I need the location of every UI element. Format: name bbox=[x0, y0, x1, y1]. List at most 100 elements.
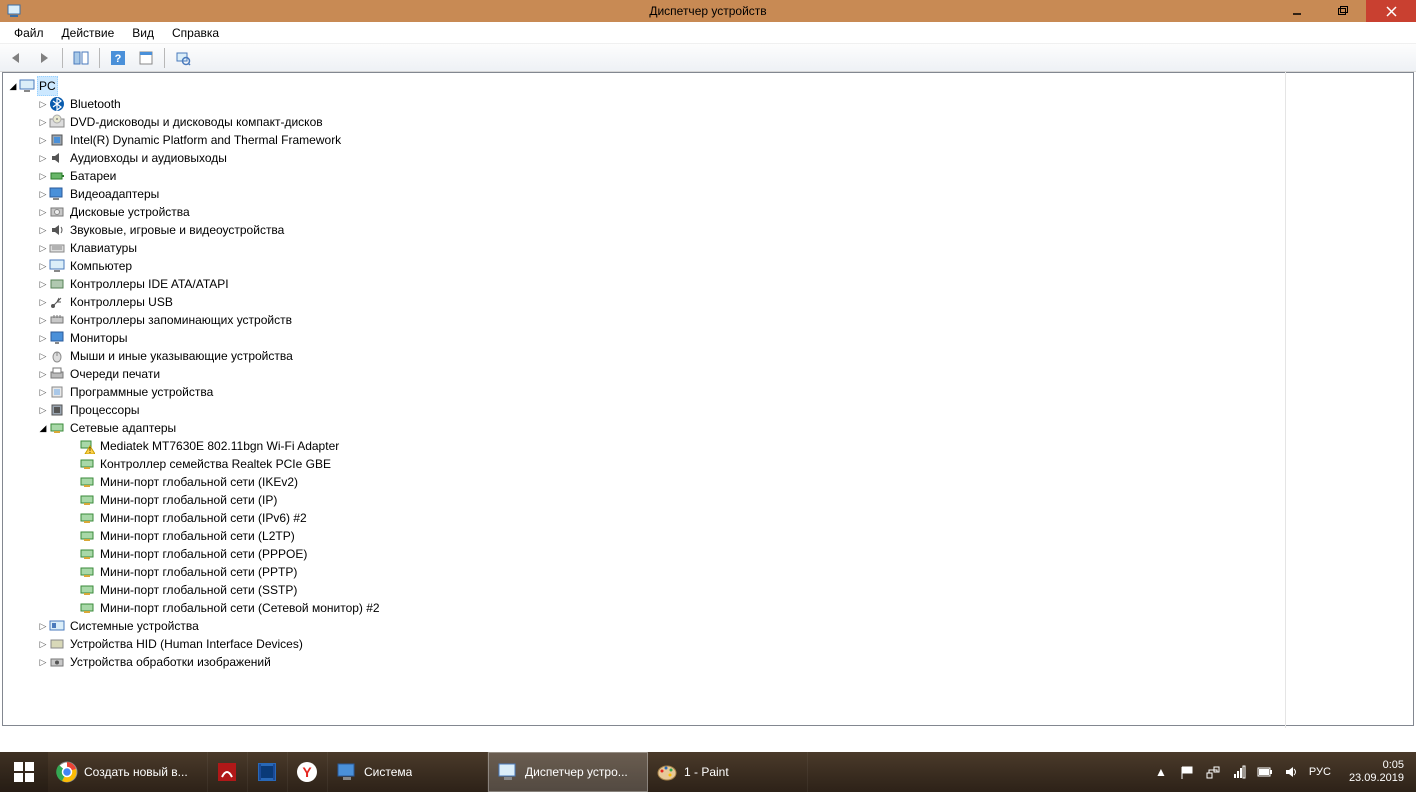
tree-category-dvd[interactable]: ▷DVD-дисководы и дисководы компакт-диско… bbox=[7, 113, 1413, 131]
menu-view[interactable]: Вид bbox=[124, 24, 162, 42]
menu-action[interactable]: Действие bbox=[54, 24, 123, 42]
show-hide-console-button[interactable] bbox=[69, 46, 93, 70]
tree-label: Мини-порт глобальной сети (IP) bbox=[99, 491, 278, 509]
tree-label: Bluetooth bbox=[69, 95, 122, 113]
expand-icon[interactable]: ▷ bbox=[37, 401, 49, 419]
tree-device-wan-pppoe[interactable]: Мини-порт глобальной сети (PPPOE) bbox=[7, 545, 1413, 563]
collapse-icon[interactable]: ◢ bbox=[37, 419, 49, 437]
minimize-button[interactable] bbox=[1274, 0, 1320, 22]
expand-icon[interactable]: ▷ bbox=[37, 149, 49, 167]
network-adapter-icon bbox=[79, 510, 95, 526]
tree-category-processors[interactable]: ▷Процессоры bbox=[7, 401, 1413, 419]
taskbar-item-media[interactable] bbox=[248, 752, 288, 792]
help-button[interactable]: ? bbox=[106, 46, 130, 70]
tree-device-wifi[interactable]: !Mediatek MT7630E 802.11bgn Wi-Fi Adapte… bbox=[7, 437, 1413, 455]
tree-category-computer[interactable]: ▷Компьютер bbox=[7, 257, 1413, 275]
expand-icon[interactable]: ▷ bbox=[37, 293, 49, 311]
paint-icon bbox=[656, 761, 678, 783]
pdf-icon bbox=[216, 761, 238, 783]
tree-category-sound[interactable]: ▷Звуковые, игровые и видеоустройства bbox=[7, 221, 1413, 239]
tree-pane[interactable]: ◢ PC ▷ Bluetooth ▷DVD-дисководы и дисково… bbox=[2, 72, 1414, 726]
menu-file[interactable]: Файл bbox=[6, 24, 52, 42]
properties-button[interactable] bbox=[134, 46, 158, 70]
start-button[interactable] bbox=[0, 752, 48, 792]
tree-category-intel-dptf[interactable]: ▷Intel(R) Dynamic Platform and Thermal F… bbox=[7, 131, 1413, 149]
tree-category-monitors[interactable]: ▷Мониторы bbox=[7, 329, 1413, 347]
network-adapter-icon bbox=[79, 582, 95, 598]
taskbar-item-chrome[interactable]: Создать новый в... bbox=[48, 752, 208, 792]
app-icon bbox=[6, 3, 22, 19]
window-title: Диспетчер устройств bbox=[649, 4, 766, 18]
separator bbox=[62, 48, 63, 68]
expand-icon[interactable]: ▷ bbox=[37, 95, 49, 113]
tree-device-wan-l2tp[interactable]: Мини-порт глобальной сети (L2TP) bbox=[7, 527, 1413, 545]
expand-icon[interactable]: ▷ bbox=[37, 203, 49, 221]
tree-device-wan-ipv6[interactable]: Мини-порт глобальной сети (IPv6) #2 bbox=[7, 509, 1413, 527]
forward-button[interactable] bbox=[32, 46, 56, 70]
taskbar-item-yandex[interactable]: Y bbox=[288, 752, 328, 792]
network-icon[interactable] bbox=[1205, 764, 1221, 780]
expand-icon[interactable]: ▷ bbox=[37, 311, 49, 329]
tree-device-wan-ip[interactable]: Мини-порт глобальной сети (IP) bbox=[7, 491, 1413, 509]
expand-icon[interactable]: ▷ bbox=[37, 329, 49, 347]
tree-category-audio-io[interactable]: ▷Аудиовходы и аудиовыходы bbox=[7, 149, 1413, 167]
tree-label: Мини-порт глобальной сети (PPPOE) bbox=[99, 545, 308, 563]
tree-device-wan-netmon[interactable]: Мини-порт глобальной сети (Сетевой монит… bbox=[7, 599, 1413, 617]
tree-category-bluetooth[interactable]: ▷ Bluetooth bbox=[7, 95, 1413, 113]
tree-category-print-queues[interactable]: ▷Очереди печати bbox=[7, 365, 1413, 383]
expand-icon[interactable]: ▷ bbox=[37, 185, 49, 203]
expand-icon[interactable]: ▷ bbox=[37, 239, 49, 257]
tree-category-ide[interactable]: ▷Контроллеры IDE ATA/ATAPI bbox=[7, 275, 1413, 293]
close-button[interactable] bbox=[1366, 0, 1416, 22]
tree-category-mice[interactable]: ▷Мыши и иные указывающие устройства bbox=[7, 347, 1413, 365]
tree-category-video[interactable]: ▷Видеоадаптеры bbox=[7, 185, 1413, 203]
network-adapter-icon bbox=[79, 456, 95, 472]
expand-icon[interactable]: ▷ bbox=[37, 653, 49, 671]
language-indicator[interactable]: РУС bbox=[1309, 766, 1331, 778]
maximize-button[interactable] bbox=[1320, 0, 1366, 22]
tree-category-batteries[interactable]: ▷Батареи bbox=[7, 167, 1413, 185]
expand-icon[interactable]: ▷ bbox=[37, 383, 49, 401]
taskbar-item-devmgr[interactable]: Диспетчер устро... bbox=[488, 752, 648, 792]
tree-category-imaging[interactable]: ▷Устройства обработки изображений bbox=[7, 653, 1413, 671]
taskbar-item-paint[interactable]: 1 - Paint bbox=[648, 752, 808, 792]
expand-icon[interactable]: ▷ bbox=[37, 365, 49, 383]
tree-device-realtek[interactable]: Контроллер семейства Realtek PCIe GBE bbox=[7, 455, 1413, 473]
expand-icon[interactable]: ▷ bbox=[37, 275, 49, 293]
tree-category-system-devices[interactable]: ▷Системные устройства bbox=[7, 617, 1413, 635]
collapse-icon[interactable]: ◢ bbox=[7, 77, 19, 95]
taskbar-item-system[interactable]: Система bbox=[328, 752, 488, 792]
tree-category-usb[interactable]: ▷Контроллеры USB bbox=[7, 293, 1413, 311]
devmgr-icon bbox=[497, 761, 519, 783]
tree-category-disks[interactable]: ▷Дисковые устройства bbox=[7, 203, 1413, 221]
taskbar-item-pdf[interactable] bbox=[208, 752, 248, 792]
network-adapter-warning-icon: ! bbox=[79, 438, 95, 454]
tree-label: Мини-порт глобальной сети (SSTP) bbox=[99, 581, 298, 599]
volume-icon[interactable] bbox=[1283, 764, 1299, 780]
tree-category-keyboards[interactable]: ▷Клавиатуры bbox=[7, 239, 1413, 257]
tray-chevron-icon[interactable]: ▲ bbox=[1153, 764, 1169, 780]
expand-icon[interactable]: ▷ bbox=[37, 347, 49, 365]
menu-help[interactable]: Справка bbox=[164, 24, 227, 42]
expand-icon[interactable]: ▷ bbox=[37, 257, 49, 275]
back-button[interactable] bbox=[4, 46, 28, 70]
wifi-icon[interactable] bbox=[1231, 764, 1247, 780]
expand-icon[interactable]: ▷ bbox=[37, 617, 49, 635]
tree-device-wan-sstp[interactable]: Мини-порт глобальной сети (SSTP) bbox=[7, 581, 1413, 599]
tree-root[interactable]: ◢ PC bbox=[7, 77, 1413, 95]
tray-clock[interactable]: 0:05 23.09.2019 bbox=[1341, 759, 1412, 785]
tree-category-storage-controllers[interactable]: ▷Контроллеры запоминающих устройств bbox=[7, 311, 1413, 329]
tree-category-software-devices[interactable]: ▷Программные устройства bbox=[7, 383, 1413, 401]
expand-icon[interactable]: ▷ bbox=[37, 131, 49, 149]
expand-icon[interactable]: ▷ bbox=[37, 221, 49, 239]
tree-category-network-adapters[interactable]: ◢Сетевые адаптеры bbox=[7, 419, 1413, 437]
tree-device-wan-ikev2[interactable]: Мини-порт глобальной сети (IKEv2) bbox=[7, 473, 1413, 491]
battery-tray-icon[interactable] bbox=[1257, 764, 1273, 780]
expand-icon[interactable]: ▷ bbox=[37, 167, 49, 185]
expand-icon[interactable]: ▷ bbox=[37, 635, 49, 653]
tree-device-wan-pptp[interactable]: Мини-порт глобальной сети (PPTP) bbox=[7, 563, 1413, 581]
expand-icon[interactable]: ▷ bbox=[37, 113, 49, 131]
tree-category-hid[interactable]: ▷Устройства HID (Human Interface Devices… bbox=[7, 635, 1413, 653]
flag-icon[interactable] bbox=[1179, 764, 1195, 780]
scan-hardware-button[interactable] bbox=[171, 46, 195, 70]
